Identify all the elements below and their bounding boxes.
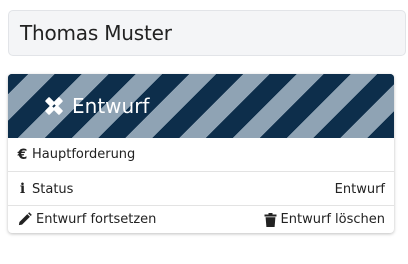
continue-draft-label: Entwurf fortsetzen bbox=[36, 212, 157, 227]
pencil-ruler-icon bbox=[42, 94, 66, 118]
draft-banner: Entwurf bbox=[8, 74, 394, 138]
claim-label: Hauptforderung bbox=[32, 147, 136, 162]
client-name-field: Thomas Muster bbox=[8, 10, 406, 56]
actions-row: Entwurf fortsetzen Entwurf löschen bbox=[8, 206, 394, 233]
info-icon: i bbox=[19, 181, 26, 197]
delete-draft-link[interactable]: Entwurf löschen bbox=[264, 212, 385, 227]
delete-draft-label: Entwurf löschen bbox=[280, 212, 385, 227]
pencil-icon bbox=[17, 212, 32, 227]
status-label: Status bbox=[32, 181, 74, 197]
status-row: i Status Entwurf bbox=[8, 173, 394, 206]
banner-title: Entwurf bbox=[72, 94, 150, 118]
trash-icon bbox=[264, 212, 277, 227]
continue-draft-link[interactable]: Entwurf fortsetzen bbox=[17, 212, 156, 227]
client-name: Thomas Muster bbox=[20, 21, 172, 45]
status-value: Entwurf bbox=[334, 181, 385, 197]
draft-card: Entwurf € Hauptforderung i Status Entwur… bbox=[8, 74, 394, 233]
claim-row: € Hauptforderung bbox=[8, 138, 394, 172]
euro-icon: € bbox=[17, 146, 28, 163]
